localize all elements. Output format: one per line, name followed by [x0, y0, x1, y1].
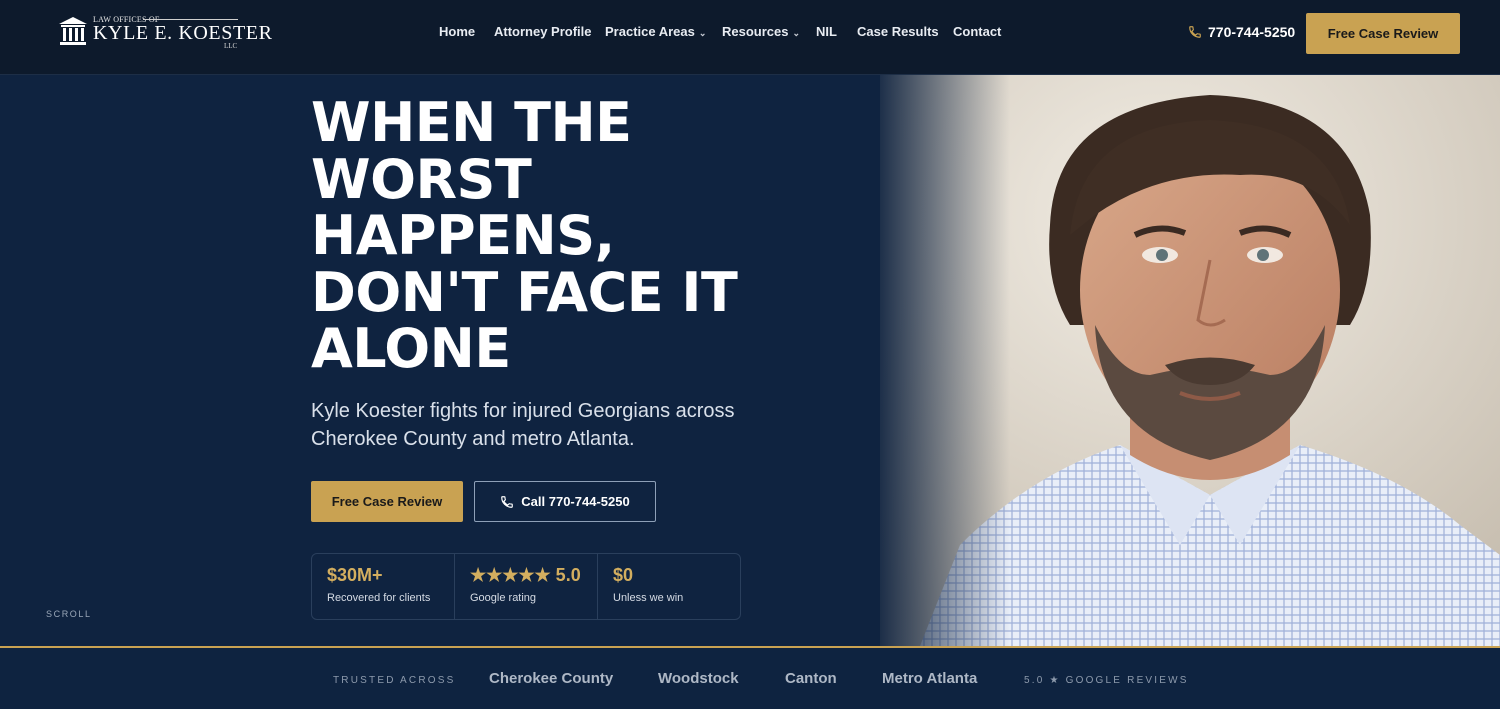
chevron-down-icon: ⌄: [698, 28, 707, 38]
header-phone-number: 770-744-5250: [1208, 24, 1296, 40]
nav-home[interactable]: Home: [439, 24, 475, 39]
nav-attorney-profile[interactable]: Attorney Profile: [494, 24, 592, 39]
stat-no-fee: $0 Unless we win: [598, 554, 740, 619]
stat-value: $0: [613, 565, 634, 585]
scroll-indicator[interactable]: SCROLL: [46, 609, 92, 619]
site-header: LAW OFFICES OF KYLE E. KOESTER LLC Home …: [0, 0, 1500, 75]
nav-practice-areas[interactable]: Practice Areas ⌄: [605, 24, 706, 39]
stat-label: Recovered for clients: [327, 592, 431, 604]
nav-label: Resources: [722, 24, 789, 39]
hero-free-case-review-button[interactable]: Free Case Review: [311, 481, 463, 522]
logo-rule: [143, 19, 238, 20]
site-logo[interactable]: LAW OFFICES OF KYLE E. KOESTER LLC: [58, 14, 272, 50]
portrait-fade: [870, 75, 1010, 646]
google-reviews-label: 5.0 ★ GOOGLE REVIEWS: [1024, 675, 1189, 686]
nav-contact[interactable]: Contact: [953, 24, 1001, 39]
nav-resources[interactable]: Resources ⌄: [722, 24, 800, 39]
nav-case-results[interactable]: Case Results: [857, 24, 939, 39]
trust-bar: TRUSTED ACROSS Cherokee County Woodstock…: [0, 646, 1500, 709]
hero-call-button[interactable]: Call 770-744-5250: [474, 481, 656, 522]
nav-nil[interactable]: NIL: [816, 24, 837, 39]
headline-line: WHEN THE: [311, 91, 632, 154]
trust-place: Metro Atlanta: [882, 670, 978, 687]
headline-line: DON'T FACE IT: [311, 260, 738, 324]
hero-subtext: Kyle Koester fights for injured Georgian…: [311, 400, 735, 450]
phone-icon: [501, 495, 514, 508]
stat-label: Unless we win: [613, 592, 684, 604]
stat-label: Google rating: [470, 592, 537, 604]
nav-label: Practice Areas: [605, 24, 695, 39]
header-phone-link[interactable]: 770-744-5250: [1188, 24, 1295, 40]
logo-suffix: LLC: [224, 42, 238, 50]
call-button-label: Call 770-744-5250: [521, 494, 630, 509]
logo-name: KYLE E. KOESTER: [93, 22, 273, 44]
headline-line: WORST: [311, 147, 532, 211]
hero-headline: WHEN THE WORST HAPPENS, DON'T FACE IT AL…: [311, 91, 831, 380]
headline-line: ALONE: [311, 317, 511, 380]
trust-label: TRUSTED ACROSS: [333, 675, 456, 686]
stat-value: ★★★★★ 5.0: [470, 565, 581, 585]
stat-recovered: $30M+ Recovered for clients: [312, 554, 455, 619]
trust-place: Woodstock: [658, 670, 739, 687]
stat-google-rating: ★★★★★ 5.0 Google rating: [455, 554, 598, 619]
nav-label: Home: [439, 24, 476, 39]
nav-label: NIL: [816, 24, 837, 39]
nav-label: Case Results: [857, 24, 939, 39]
nav-label: Contact: [953, 24, 1002, 39]
headline-line: HAPPENS,: [311, 204, 615, 267]
courthouse-pillars-icon: [59, 17, 87, 45]
chevron-down-icon: ⌄: [792, 28, 801, 38]
header-free-case-review-button[interactable]: Free Case Review: [1306, 13, 1460, 54]
phone-icon: [1189, 26, 1201, 38]
trust-place: Canton: [785, 670, 837, 687]
stats-panel: $30M+ Recovered for clients ★★★★★ 5.0 Go…: [311, 553, 741, 620]
hero-section: WHEN THE WORST HAPPENS, DON'T FACE IT AL…: [0, 75, 1500, 646]
trust-place: Cherokee County: [489, 670, 614, 687]
stat-value: $30M+: [327, 565, 383, 585]
nav-label: Attorney Profile: [494, 24, 592, 39]
